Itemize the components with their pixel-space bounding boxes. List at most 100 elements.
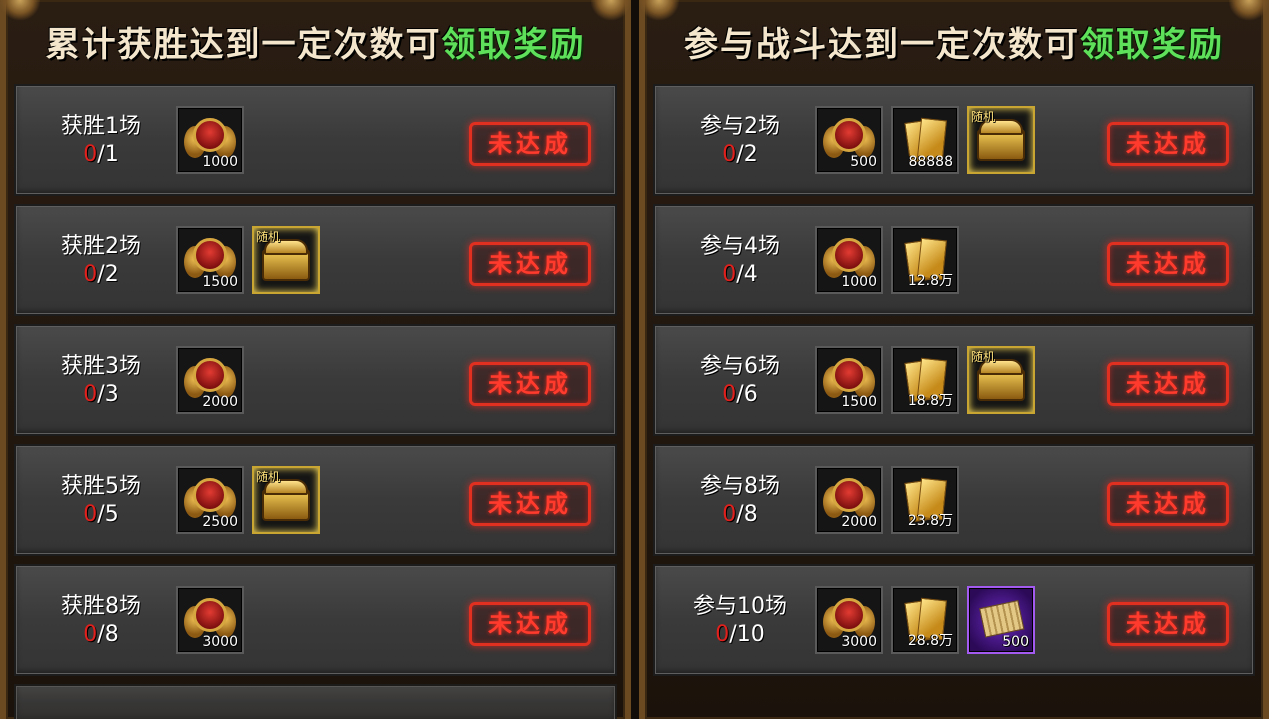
reward-slot[interactable]: 500 [967, 586, 1035, 654]
medal-core [193, 478, 227, 512]
progress: 0/5 [26, 502, 176, 527]
reward-items: 1000 12.8万 [815, 226, 959, 294]
medal-core [193, 118, 227, 152]
reward-row-partial [14, 684, 617, 719]
progress: 0/8 [26, 622, 176, 647]
progress-current: 0 [83, 142, 98, 167]
reward-quantity: 1500 [841, 394, 877, 410]
status-not-achieved-button[interactable]: 未达成 [1107, 362, 1229, 406]
task-label: 获胜8场 0/8 [26, 588, 176, 647]
reward-slot[interactable]: 3000 [176, 586, 244, 654]
reward-quantity: 28.8万 [907, 633, 953, 649]
reward-tag: 随机 [971, 350, 996, 364]
reward-slot[interactable]: 12.8万 [891, 226, 959, 294]
reward-row: 获胜8场 0/8 3000 未达成 [14, 564, 617, 676]
reward-items: 3000 28.8万 500 [815, 586, 1035, 654]
status-not-achieved-button[interactable]: 未达成 [1107, 602, 1229, 646]
status-not-achieved-button[interactable]: 未达成 [469, 602, 591, 646]
reward-slot[interactable]: 2500 [176, 466, 244, 534]
progress-current: 0 [83, 262, 98, 287]
task-name: 获胜3场 [61, 354, 141, 379]
progress-target: /5 [97, 502, 119, 527]
medal-core [832, 598, 866, 632]
progress: 0/2 [665, 142, 815, 167]
progress: 0/10 [665, 622, 815, 647]
battle-reward-list[interactable]: 参与2场 0/2 500 88888 随机 未达成 参与4场 0/4 1000 12.8万 未达成参… [653, 84, 1255, 684]
task-name: 参与4场 [700, 234, 780, 259]
win-reward-list[interactable]: 获胜1场 0/1 1000 未达成 获胜2场 0/2 1500 随机 未达成 获胜3场 0/3 200… [14, 84, 617, 719]
progress-current: 0 [715, 622, 730, 647]
reward-quantity: 3000 [841, 634, 877, 650]
task-label: 参与6场 0/6 [665, 348, 815, 407]
reward-row: 获胜2场 0/2 1500 随机 未达成 [14, 204, 617, 316]
status-not-achieved-button[interactable]: 未达成 [469, 122, 591, 166]
progress-current: 0 [722, 142, 737, 167]
title-main: 累计获胜达到一定次数可 [45, 25, 442, 65]
reward-items: 1000 [176, 106, 244, 174]
task-label: 参与2场 0/2 [665, 108, 815, 167]
medal-core [193, 238, 227, 272]
task-name: 参与10场 [693, 594, 787, 619]
reward-slot[interactable]: 88888 [891, 106, 959, 174]
reward-slot[interactable]: 23.8万 [891, 466, 959, 534]
reward-slot[interactable]: 1500 [176, 226, 244, 294]
status-not-achieved-button[interactable]: 未达成 [1107, 482, 1229, 526]
reward-slot[interactable]: 3000 [815, 586, 883, 654]
reward-row: 参与8场 0/8 2000 23.8万 未达成 [653, 444, 1255, 556]
progress: 0/8 [665, 502, 815, 527]
status-not-achieved-button[interactable]: 未达成 [469, 482, 591, 526]
reward-slot[interactable]: 随机 [967, 346, 1035, 414]
task-label: 获胜3场 0/3 [26, 348, 176, 407]
status-not-achieved-button[interactable]: 未达成 [469, 242, 591, 286]
status-not-achieved-button[interactable]: 未达成 [1107, 122, 1229, 166]
status-not-achieved-button[interactable]: 未达成 [1107, 242, 1229, 286]
progress-current: 0 [722, 262, 737, 287]
reward-items: 2500 随机 [176, 466, 320, 534]
task-name: 获胜1场 [61, 114, 141, 139]
medal-core [193, 598, 227, 632]
panel-title: 累计获胜达到一定次数可领取奖励 [6, 14, 625, 76]
reward-slot[interactable]: 随机 [967, 106, 1035, 174]
reward-slot[interactable]: 28.8万 [891, 586, 959, 654]
progress-target: /4 [736, 262, 758, 287]
reward-quantity: 12.8万 [907, 273, 953, 289]
task-name: 获胜8场 [61, 594, 141, 619]
reward-slot[interactable]: 2000 [815, 466, 883, 534]
reward-quantity: 18.8万 [907, 393, 953, 409]
reward-slot[interactable]: 18.8万 [891, 346, 959, 414]
reward-slot[interactable]: 随机 [252, 226, 320, 294]
progress-target: /2 [97, 262, 119, 287]
battle-rewards-panel: 参与战斗达到一定次数可领取奖励 参与2场 0/2 500 88888 随机 未达成 参与4场… [639, 0, 1269, 719]
progress: 0/2 [26, 262, 176, 287]
reward-tag: 随机 [256, 470, 281, 484]
status-not-achieved-button[interactable]: 未达成 [469, 362, 591, 406]
reward-items: 500 88888 随机 [815, 106, 1035, 174]
progress-target: /6 [736, 382, 758, 407]
reward-row: 获胜5场 0/5 2500 随机 未达成 [14, 444, 617, 556]
task-label: 获胜2场 0/2 [26, 228, 176, 287]
reward-quantity: 500 [1002, 634, 1029, 650]
reward-tag: 随机 [971, 110, 996, 124]
reward-row: 参与6场 0/6 1500 18.8万 随机未达成 [653, 324, 1255, 436]
medal-core [832, 358, 866, 392]
progress-current: 0 [722, 502, 737, 527]
title-main: 参与战斗达到一定次数可 [684, 25, 1080, 65]
medal-core [832, 118, 866, 152]
progress-current: 0 [83, 622, 98, 647]
reward-quantity: 3000 [202, 634, 238, 650]
medal-core [832, 238, 866, 272]
reward-slot[interactable]: 2000 [176, 346, 244, 414]
reward-slot[interactable]: 500 [815, 106, 883, 174]
reward-slot[interactable]: 1000 [815, 226, 883, 294]
progress-target: /10 [729, 622, 765, 647]
progress-target: /2 [736, 142, 758, 167]
reward-quantity: 2000 [841, 514, 877, 530]
reward-slot[interactable]: 1000 [176, 106, 244, 174]
reward-slot[interactable]: 随机 [252, 466, 320, 534]
title-highlight: 领取奖励 [441, 25, 586, 65]
medal-core [832, 478, 866, 512]
reward-row: 获胜3场 0/3 2000 未达成 [14, 324, 617, 436]
reward-items: 2000 [176, 346, 244, 414]
reward-row: 参与10场 0/10 3000 28.8万 500 未达成 [653, 564, 1255, 676]
reward-slot[interactable]: 1500 [815, 346, 883, 414]
